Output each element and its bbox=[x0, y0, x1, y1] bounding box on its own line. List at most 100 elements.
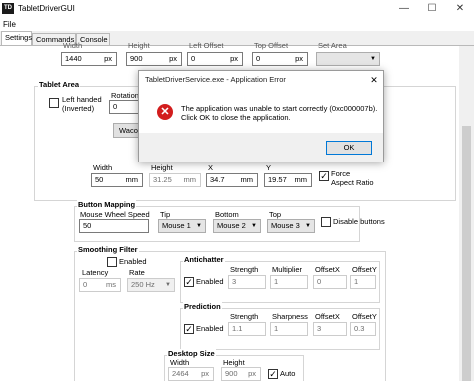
antichatter-label: Antichatter bbox=[183, 255, 225, 264]
prediction-offsetx-label: OffsetX bbox=[315, 312, 340, 321]
smoothing-enabled-label: Enabled bbox=[119, 257, 147, 266]
dialog-close-icon[interactable]: ✕ bbox=[365, 71, 383, 89]
set-area-label: Set Area bbox=[318, 41, 347, 50]
tablet-height-label: Height bbox=[151, 163, 173, 172]
desktop-width-label: Width bbox=[170, 358, 190, 367]
set-area-dropdown[interactable]: ▼ bbox=[316, 52, 380, 66]
scrollbar-thumb[interactable] bbox=[462, 126, 471, 381]
rate-dropdown[interactable]: 250 Hz ▼ bbox=[127, 278, 175, 292]
minimize-icon[interactable]: — bbox=[390, 0, 418, 18]
chevron-down-icon: ▼ bbox=[370, 56, 376, 62]
desktop-width-input[interactable]: 2464 px bbox=[168, 367, 214, 381]
menu-bar: File bbox=[0, 18, 474, 31]
prediction-sharpness-input[interactable]: 1 bbox=[270, 322, 308, 336]
left-handed-label: Left handed bbox=[62, 95, 102, 104]
screen-width-input[interactable]: 1440 px bbox=[61, 52, 117, 66]
chevron-down-icon: ▼ bbox=[305, 223, 311, 229]
tablet-y-label: Y bbox=[266, 163, 272, 172]
smoothing-enabled-checkbox[interactable] bbox=[107, 257, 117, 267]
error-icon: ✕ bbox=[157, 104, 173, 120]
screen-width-label: Width bbox=[63, 41, 83, 50]
desktop-height-label: Height bbox=[223, 358, 245, 367]
smoothing-filter-label: Smoothing Filter bbox=[77, 245, 139, 254]
antichatter-offsetx-label: OffsetX bbox=[315, 265, 340, 274]
title-bar: TD TabletDriverGUI — ☐ ✕ bbox=[0, 0, 474, 18]
tablet-x-input[interactable]: 34.7 mm bbox=[206, 173, 258, 187]
inverted-label: (Inverted) bbox=[62, 104, 95, 113]
tablet-x-label: X bbox=[208, 163, 214, 172]
prediction-sharpness-label: Sharpness bbox=[272, 312, 308, 321]
maximize-icon[interactable]: ☐ bbox=[418, 0, 446, 18]
ok-button[interactable]: OK bbox=[326, 141, 372, 155]
prediction-offsety-label: OffsetY bbox=[352, 312, 377, 321]
top-dropdown[interactable]: Mouse 3 ▼ bbox=[267, 219, 315, 233]
wheel-speed-label: Mouse Wheel Speed bbox=[80, 210, 150, 219]
dialog-footer: OK bbox=[139, 133, 383, 162]
prediction-strength-label: Strength bbox=[230, 312, 259, 321]
prediction-offsetx-input[interactable]: 3 bbox=[313, 322, 347, 336]
window-title: TabletDriverGUI bbox=[18, 4, 75, 13]
chevron-down-icon: ▼ bbox=[196, 223, 202, 229]
aspect-ratio-label: Aspect Ratio bbox=[331, 178, 374, 187]
bottom-dropdown[interactable]: Mouse 2 ▼ bbox=[213, 219, 261, 233]
application-error-dialog: TabletDriverService.exe - Application Er… bbox=[138, 70, 384, 162]
rate-label: Rate bbox=[129, 268, 145, 277]
antichatter-enabled-label: Enabled bbox=[196, 277, 224, 286]
latency-label: Latency bbox=[82, 268, 109, 277]
antichatter-strength-input[interactable]: 3 bbox=[228, 275, 266, 289]
tablet-height-input[interactable]: 31.25 mm bbox=[149, 173, 201, 187]
left-handed-checkbox[interactable] bbox=[49, 98, 59, 108]
wheel-speed-input[interactable]: 50 bbox=[79, 219, 149, 233]
tip-dropdown[interactable]: Mouse 1 ▼ bbox=[158, 219, 206, 233]
prediction-offsety-input[interactable]: 0.3 bbox=[350, 322, 376, 336]
prediction-strength-input[interactable]: 1.1 bbox=[228, 322, 266, 336]
disable-buttons-checkbox[interactable] bbox=[321, 217, 331, 227]
screen-left-offset-input[interactable]: 0 px bbox=[187, 52, 243, 66]
chevron-down-icon: ▼ bbox=[165, 282, 171, 288]
vertical-scrollbar[interactable] bbox=[459, 46, 474, 381]
tablet-width-label: Width bbox=[93, 163, 113, 172]
prediction-label: Prediction bbox=[183, 302, 222, 311]
screen-height-input[interactable]: 900 px bbox=[126, 52, 182, 66]
dialog-message-line2: Click OK to close the application. bbox=[181, 113, 291, 122]
dialog-message-line1: The application was unable to start corr… bbox=[181, 104, 378, 113]
antichatter-offsetx-input[interactable]: 0 bbox=[313, 275, 347, 289]
rotation-label: Rotation bbox=[111, 91, 139, 100]
tab-settings[interactable]: Settings bbox=[1, 31, 32, 45]
screen-top-offset-input[interactable]: 0 px bbox=[252, 52, 308, 66]
tablet-y-input[interactable]: 19.57 mm bbox=[264, 173, 312, 187]
prediction-enabled-checkbox[interactable]: ✓ bbox=[184, 324, 194, 334]
dialog-message: The application was unable to start corr… bbox=[181, 104, 381, 122]
main-window: TD TabletDriverGUI — ☐ ✕ File Settings C… bbox=[0, 0, 474, 381]
auto-checkbox[interactable]: ✓ bbox=[268, 369, 278, 379]
dialog-body: ✕ The application was unable to start co… bbox=[139, 89, 383, 133]
chevron-down-icon: ▼ bbox=[251, 223, 257, 229]
app-icon: TD bbox=[2, 3, 14, 14]
dialog-title: TabletDriverService.exe - Application Er… bbox=[139, 71, 383, 89]
desktop-height-input[interactable]: 900 px bbox=[221, 367, 261, 381]
tablet-width-input[interactable]: 50 mm bbox=[91, 173, 143, 187]
antichatter-offsety-input[interactable]: 1 bbox=[350, 275, 376, 289]
antichatter-multiplier-input[interactable]: 1 bbox=[270, 275, 308, 289]
prediction-enabled-label: Enabled bbox=[196, 324, 224, 333]
screen-top-offset-label: Top Offset bbox=[254, 41, 289, 50]
button-mapping-label: Button Mapping bbox=[77, 200, 137, 209]
disable-buttons-label: Disable buttons bbox=[333, 217, 385, 226]
latency-input[interactable]: 0 ms bbox=[79, 278, 121, 292]
top-label: Top bbox=[269, 210, 282, 219]
screen-left-offset-label: Left Offset bbox=[189, 41, 224, 50]
antichatter-offsety-label: OffsetY bbox=[352, 265, 377, 274]
force-aspect-label: Force bbox=[331, 169, 351, 178]
auto-label: Auto bbox=[280, 369, 296, 378]
rotation-input[interactable]: 0 bbox=[109, 100, 141, 114]
force-aspect-checkbox[interactable]: ✓ bbox=[319, 171, 329, 181]
desktop-size-label: Desktop Size bbox=[167, 349, 216, 358]
tablet-area-label: Tablet Area bbox=[38, 80, 81, 89]
tip-label: Tip bbox=[160, 210, 171, 219]
bottom-label: Bottom bbox=[215, 210, 239, 219]
antichatter-strength-label: Strength bbox=[230, 265, 259, 274]
antichatter-enabled-checkbox[interactable]: ✓ bbox=[184, 277, 194, 287]
close-icon[interactable]: ✕ bbox=[446, 0, 474, 18]
menu-file[interactable]: File bbox=[3, 20, 16, 29]
screen-height-label: Height bbox=[128, 41, 150, 50]
